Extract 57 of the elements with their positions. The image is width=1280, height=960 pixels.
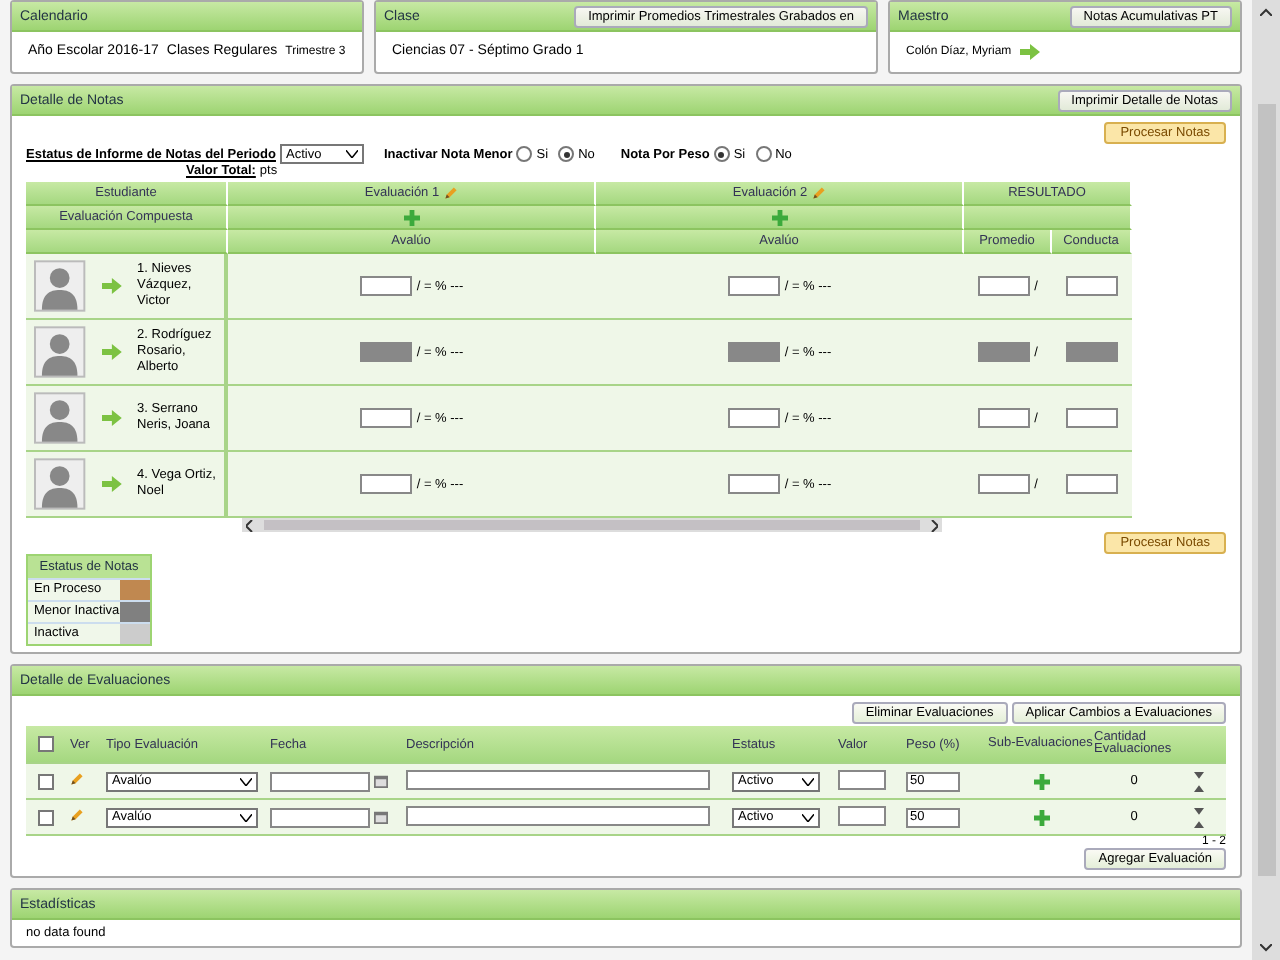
chevron-down-icon — [345, 150, 358, 158]
description-field[interactable] — [406, 769, 710, 789]
conduct-field[interactable] — [1066, 408, 1118, 428]
pencil-icon[interactable] — [811, 186, 826, 200]
date-field[interactable] — [270, 771, 370, 791]
arrow-right-icon[interactable] — [101, 278, 122, 294]
plus-icon[interactable] — [771, 209, 787, 225]
vertical-scrollbar[interactable] — [1252, 0, 1280, 960]
description-field[interactable] — [406, 805, 710, 825]
plus-icon[interactable] — [1033, 809, 1049, 825]
arrow-right-icon[interactable] — [101, 410, 122, 426]
chevron-left-icon[interactable] — [246, 519, 254, 531]
row-checkbox[interactable] — [38, 809, 54, 825]
sort-arrows-icon[interactable] — [1194, 771, 1204, 791]
avatar-icon — [34, 260, 86, 312]
average-field[interactable] — [978, 474, 1031, 494]
avatar-icon — [34, 392, 86, 444]
date-field[interactable] — [270, 807, 370, 827]
score-field[interactable] — [360, 276, 413, 296]
plus-icon[interactable] — [403, 209, 419, 225]
conduct-field[interactable] — [1066, 276, 1118, 296]
avatar-icon — [34, 458, 86, 510]
calendar-icon[interactable] — [374, 774, 388, 788]
chevron-down-icon — [802, 813, 814, 821]
horizontal-scrollbar[interactable] — [242, 518, 942, 532]
value-field[interactable] — [838, 769, 886, 789]
score-field[interactable] — [728, 474, 781, 494]
average-field[interactable] — [978, 408, 1031, 428]
calendar-icon[interactable] — [374, 810, 388, 824]
arrow-right-icon[interactable] — [1019, 44, 1040, 60]
radio-button[interactable] — [755, 146, 772, 162]
score-field[interactable] — [360, 474, 413, 494]
select-all-checkbox[interactable] — [38, 736, 54, 752]
conduct-field[interactable] — [1066, 474, 1118, 494]
arrow-right-icon[interactable] — [101, 476, 122, 492]
pencil-icon[interactable] — [70, 772, 84, 786]
value-field[interactable] — [838, 805, 886, 825]
chevron-right-icon[interactable] — [930, 519, 938, 531]
radio-button[interactable] — [558, 146, 575, 162]
average-field[interactable] — [978, 276, 1031, 296]
radio-button[interactable] — [713, 146, 730, 162]
score-field[interactable] — [360, 408, 413, 428]
chevron-down-icon — [240, 777, 252, 785]
chevron-down-icon — [240, 813, 252, 821]
pencil-icon[interactable] — [70, 808, 84, 822]
radio-button[interactable] — [516, 146, 533, 162]
pencil-icon[interactable] — [443, 186, 458, 200]
avatar-icon — [34, 326, 86, 378]
row-checkbox[interactable] — [38, 773, 54, 789]
sort-arrows-icon[interactable] — [1194, 807, 1204, 827]
chevron-down-icon[interactable] — [1260, 944, 1272, 952]
score-field[interactable] — [728, 408, 781, 428]
score-field[interactable] — [728, 276, 781, 296]
arrow-right-icon[interactable] — [101, 344, 122, 360]
plus-icon[interactable] — [1033, 773, 1049, 789]
chevron-down-icon — [802, 777, 814, 785]
chevron-up-icon[interactable] — [1260, 8, 1272, 16]
